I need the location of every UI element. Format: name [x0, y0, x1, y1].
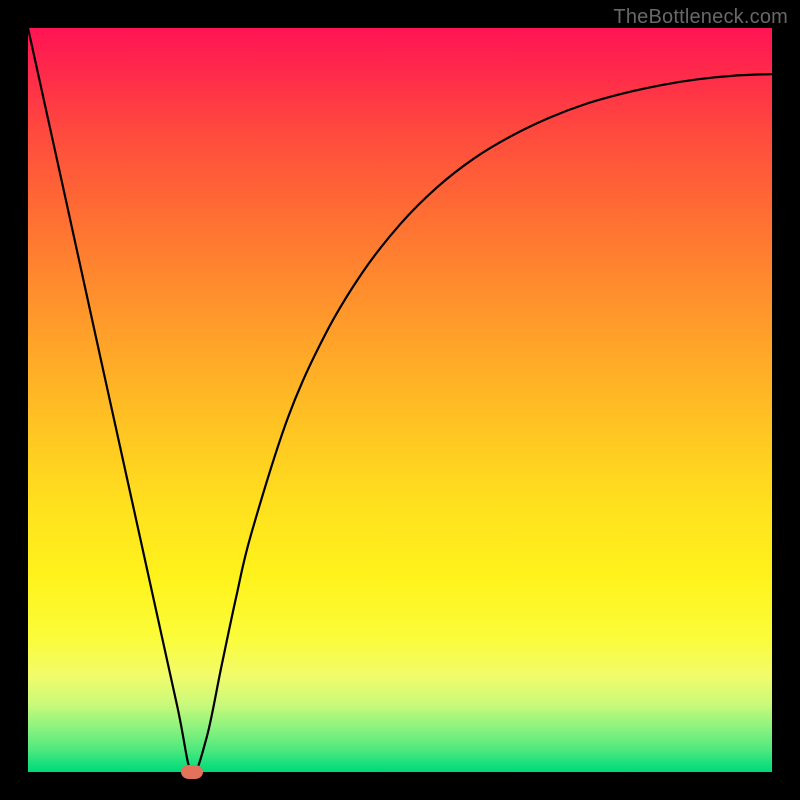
curve-layer — [28, 28, 772, 772]
minimum-marker — [181, 765, 203, 779]
chart-stage: TheBottleneck.com — [0, 0, 800, 800]
watermark-text: TheBottleneck.com — [613, 6, 788, 29]
bottleneck-curve — [28, 28, 772, 773]
